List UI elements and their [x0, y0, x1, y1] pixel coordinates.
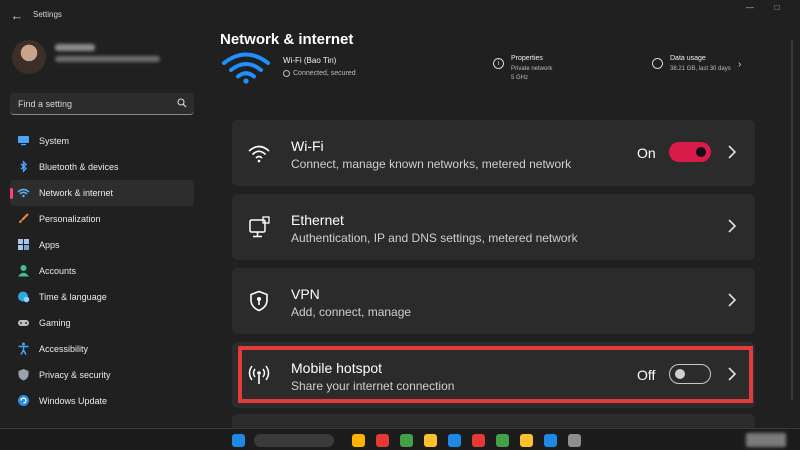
properties-network-type: Private network [511, 66, 553, 72]
network-name: Wi-Fi (Bao Tin) [283, 56, 337, 65]
sidebar-item-label: Privacy & security [39, 370, 111, 380]
sidebar-item-label: Personalization [39, 214, 101, 224]
scrollbar[interactable] [791, 40, 794, 400]
card-title: Wi-Fi [291, 138, 324, 154]
data-usage-amount: 38.21 GB, last 30 days [670, 66, 731, 72]
user-name [55, 44, 95, 51]
properties-band: 5 GHz [511, 75, 529, 81]
sidebar-item-label: Gaming [39, 318, 71, 328]
taskbar-app-icon[interactable] [424, 434, 437, 447]
data-usage-link[interactable]: Data usage [670, 55, 706, 62]
sidebar-item-label: Network & internet [39, 188, 114, 198]
wifi-icon [248, 145, 270, 163]
sidebar-item-label: Apps [39, 240, 60, 250]
accessibility-icon [18, 342, 29, 355]
taskbar-app-icon[interactable] [472, 434, 485, 447]
search-input[interactable]: Find a setting [10, 93, 194, 115]
sidebar-item-personalization[interactable]: Personalization [10, 206, 194, 232]
sidebar-item-label: Bluetooth & devices [39, 162, 119, 172]
properties-link[interactable]: Properties [511, 55, 543, 62]
sidebar-item-label: Accessibility [39, 344, 89, 354]
taskbar [0, 428, 800, 450]
shield-icon [18, 369, 29, 381]
card-title: VPN [291, 286, 320, 302]
network-status: Connected, secured [293, 70, 356, 77]
back-arrow-icon[interactable]: ← [9, 8, 25, 24]
wifi-status-icon [222, 52, 270, 84]
sidebar-item-label: Accounts [39, 266, 77, 276]
sidebar-item-system[interactable]: System [10, 128, 194, 154]
ethernet-icon [249, 216, 270, 238]
taskbar-app-icon[interactable] [448, 434, 461, 447]
wifi-toggle[interactable] [669, 142, 711, 162]
sidebar-item-label: System [39, 136, 70, 146]
avatar[interactable] [12, 40, 46, 74]
sidebar-item-label: Time & language [39, 292, 107, 302]
network-icon [17, 188, 30, 198]
vpn-card[interactable]: VPN Add, connect, manage [232, 268, 755, 334]
app-title: Settings [33, 10, 62, 19]
search-placeholder: Find a setting [18, 99, 73, 109]
sidebar-item-accessibility[interactable]: Accessibility [10, 336, 194, 362]
sidebar-item-accounts[interactable]: Accounts [10, 258, 194, 284]
paintbrush-icon [19, 213, 29, 223]
person-icon [18, 265, 29, 277]
chevron-right-icon[interactable]: › [738, 59, 741, 70]
apps-icon [18, 239, 29, 250]
card-description: Connect, manage known networks, metered … [291, 157, 572, 171]
toggle-knob [696, 147, 706, 157]
sidebar-item-network[interactable]: Network & internet [10, 180, 194, 206]
sidebar-item-windows-update[interactable]: Windows Update [10, 388, 194, 414]
taskbar-app-icon[interactable] [400, 434, 413, 447]
user-email [55, 56, 160, 62]
taskbar-search[interactable] [254, 434, 334, 447]
vpn-shield-icon [250, 290, 268, 312]
update-icon [18, 395, 29, 406]
sidebar-nav: System Bluetooth & devices Network & int… [10, 128, 194, 414]
card-title: Ethernet [291, 212, 344, 228]
start-icon[interactable] [232, 434, 245, 447]
card-description: Add, connect, manage [291, 305, 412, 319]
globe-icon [283, 70, 290, 77]
sidebar-item-time-language[interactable]: Time & language [10, 284, 194, 310]
wifi-card[interactable]: Wi-Fi Connect, manage known networks, me… [232, 120, 755, 186]
sidebar-item-apps[interactable]: Apps [10, 232, 194, 258]
chevron-right-icon[interactable] [727, 218, 737, 234]
minimize-button[interactable]: — [744, 3, 756, 13]
taskbar-app-icon[interactable] [568, 434, 581, 447]
card-description: Authentication, IP and DNS settings, met… [291, 231, 578, 245]
chevron-right-icon[interactable] [727, 292, 737, 308]
search-icon [177, 98, 187, 108]
monitor-icon [18, 136, 29, 146]
taskbar-app-icon[interactable] [520, 434, 533, 447]
taskbar-app-icon[interactable] [352, 434, 365, 447]
wifi-toggle-label: On [637, 145, 656, 161]
sidebar-item-bluetooth[interactable]: Bluetooth & devices [10, 154, 194, 180]
highlight-box [238, 346, 753, 403]
taskbar-clock[interactable] [746, 433, 786, 447]
taskbar-app-icon[interactable] [496, 434, 509, 447]
info-icon[interactable]: i [493, 58, 504, 69]
bluetooth-icon [20, 160, 28, 173]
chevron-right-icon[interactable] [727, 144, 737, 160]
sidebar-item-label: Windows Update [39, 396, 108, 406]
data-usage-icon[interactable] [652, 58, 663, 69]
taskbar-app-icon[interactable] [544, 434, 557, 447]
globe-clock-icon [18, 291, 30, 303]
page-title: Network & internet [220, 31, 354, 48]
sidebar: Find a setting System Bluetooth & device… [0, 32, 210, 430]
title-bar: ← Settings — □ [0, 0, 800, 32]
sidebar-item-privacy-security[interactable]: Privacy & security [10, 362, 194, 388]
maximize-button[interactable]: □ [771, 3, 783, 13]
sidebar-item-gaming[interactable]: Gaming [10, 310, 194, 336]
ethernet-card[interactable]: Ethernet Authentication, IP and DNS sett… [232, 194, 755, 260]
controller-icon [18, 320, 29, 326]
taskbar-app-icon[interactable] [376, 434, 389, 447]
